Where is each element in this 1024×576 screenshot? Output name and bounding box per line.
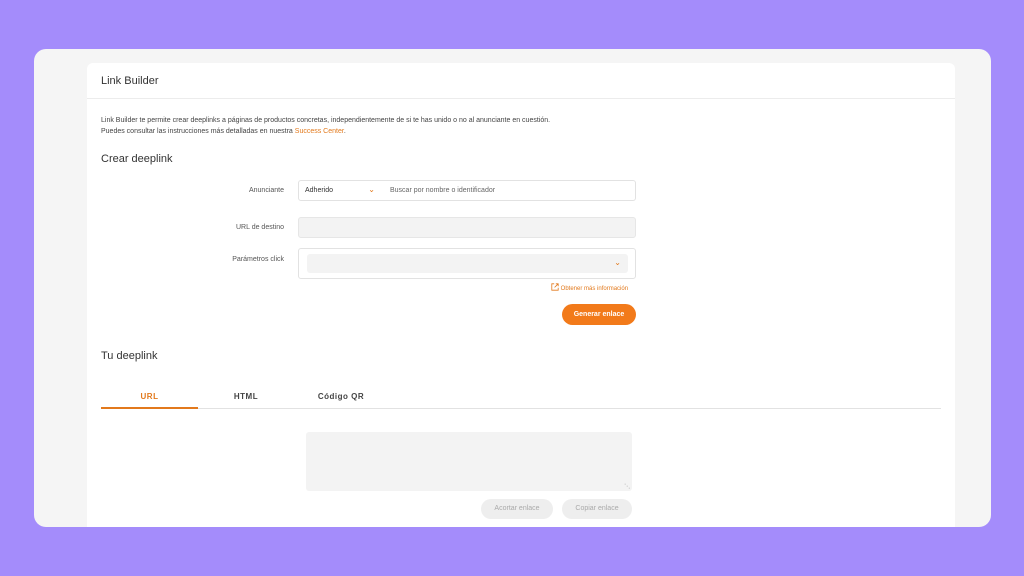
tab-qr-code[interactable]: Código QR — [301, 392, 381, 401]
your-deeplink-title: Tu deeplink — [101, 350, 158, 362]
external-link-icon — [551, 283, 559, 291]
create-deeplink-title: Crear deeplink — [101, 153, 173, 165]
copy-link-button[interactable]: Copiar enlace — [562, 499, 632, 519]
more-info-text: Obtener más información — [560, 286, 629, 292]
advertiser-label: Anunciante — [248, 187, 284, 194]
advertiser-select-value: Adherido — [305, 187, 334, 194]
active-tab-indicator — [101, 407, 198, 409]
panel-header: Link Builder — [87, 63, 955, 99]
advertiser-search-input[interactable]: Buscar por nombre o identificador — [382, 180, 636, 201]
chevron-down-icon: ⌄ — [614, 258, 621, 267]
link-builder-panel: Link Builder Link Builder te permite cre… — [87, 63, 955, 527]
page-title: Link Builder — [101, 75, 159, 87]
intro-line-1: Link Builder te permite crear deeplinks … — [101, 117, 551, 124]
intro-line-2: Puedes consultar las instrucciones más d… — [101, 126, 550, 137]
intro-line-2-prefix: Puedes consultar las instrucciones más d… — [101, 128, 295, 135]
url-label: URL de destino — [236, 224, 284, 231]
click-params-select[interactable]: ⌄ — [307, 254, 628, 273]
intro-text: Link Builder te permite crear deeplinks … — [101, 115, 550, 137]
tab-url[interactable]: URL — [101, 392, 198, 401]
chevron-down-icon: ⌄ — [368, 185, 375, 194]
deeplink-tabs: URL HTML Código QR — [101, 387, 941, 409]
destination-url-input[interactable] — [298, 217, 636, 238]
deeplink-output-textarea[interactable]: ⋱ — [306, 432, 632, 491]
app-window: Link Builder Link Builder te permite cre… — [34, 49, 991, 527]
advertiser-select[interactable]: Adherido ⌄ — [298, 180, 383, 201]
intro-line-2-suffix: . — [343, 128, 346, 135]
tab-html[interactable]: HTML — [211, 392, 281, 401]
params-label: Parámetros click — [232, 256, 284, 263]
click-params-field: ⌄ — [298, 248, 636, 279]
generate-link-button[interactable]: Generar enlace — [562, 304, 636, 325]
more-info-link[interactable]: Obtener más información — [551, 283, 628, 292]
shorten-link-button[interactable]: Acortar enlace — [481, 499, 553, 519]
resize-handle-icon[interactable]: ⋱ — [624, 483, 630, 490]
success-center-link[interactable]: Success Center — [295, 128, 344, 135]
